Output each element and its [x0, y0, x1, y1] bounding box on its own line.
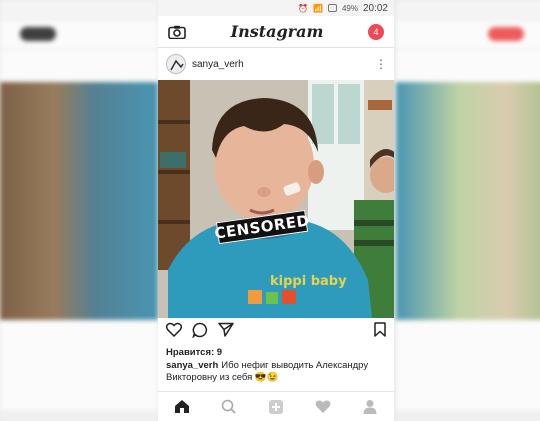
status-bar: ⏰ 📶 49% 20:02	[158, 0, 394, 16]
alarm-icon: ⏰	[298, 3, 308, 13]
post-caption: sanya_verh Ибо нефиг выводить Александру …	[158, 360, 394, 384]
search-icon[interactable]	[217, 395, 241, 419]
clock: 20:02	[362, 2, 388, 14]
more-vertical-icon[interactable]: ⋮	[375, 57, 387, 71]
avatar[interactable]	[166, 54, 186, 74]
camera-icon[interactable]	[168, 25, 186, 39]
heart-icon[interactable]	[311, 395, 335, 419]
profile-icon[interactable]	[358, 395, 382, 419]
signal-icon	[327, 4, 337, 12]
app-logo: Instagram	[230, 22, 324, 41]
post-actions	[158, 318, 394, 346]
shirt-print: kippi baby	[270, 274, 347, 289]
comment-icon[interactable]	[192, 322, 208, 343]
post-header: sanya_verh ⋮	[158, 48, 394, 80]
instagram-app-screen: ⏰ 📶 49% 20:02 Instagram 4 sanya_verh ⋮ k…	[158, 0, 394, 421]
blurred-background-right	[396, 0, 540, 421]
notification-badge[interactable]: 4	[367, 23, 384, 40]
home-icon[interactable]	[170, 395, 194, 419]
add-icon[interactable]	[264, 395, 288, 419]
blurred-background-left	[0, 0, 158, 421]
caption-username[interactable]: sanya_verh	[166, 360, 218, 371]
battery-level: 49%	[341, 3, 358, 13]
send-icon[interactable]	[218, 322, 234, 342]
heart-icon[interactable]	[165, 322, 183, 342]
wifi-icon: 📶	[312, 3, 323, 13]
likes-count[interactable]: Нравится: 9	[158, 346, 394, 360]
post-username[interactable]: sanya_verh	[192, 59, 375, 70]
bottom-navigation	[158, 391, 394, 421]
screenshot-collage: ⏰ 📶 49% 20:02 Instagram 4 sanya_verh ⋮ k…	[0, 0, 540, 421]
app-header: Instagram 4	[158, 16, 394, 48]
post-image[interactable]: kippi baby CENSORED	[158, 80, 394, 318]
bookmark-icon[interactable]	[374, 322, 386, 342]
